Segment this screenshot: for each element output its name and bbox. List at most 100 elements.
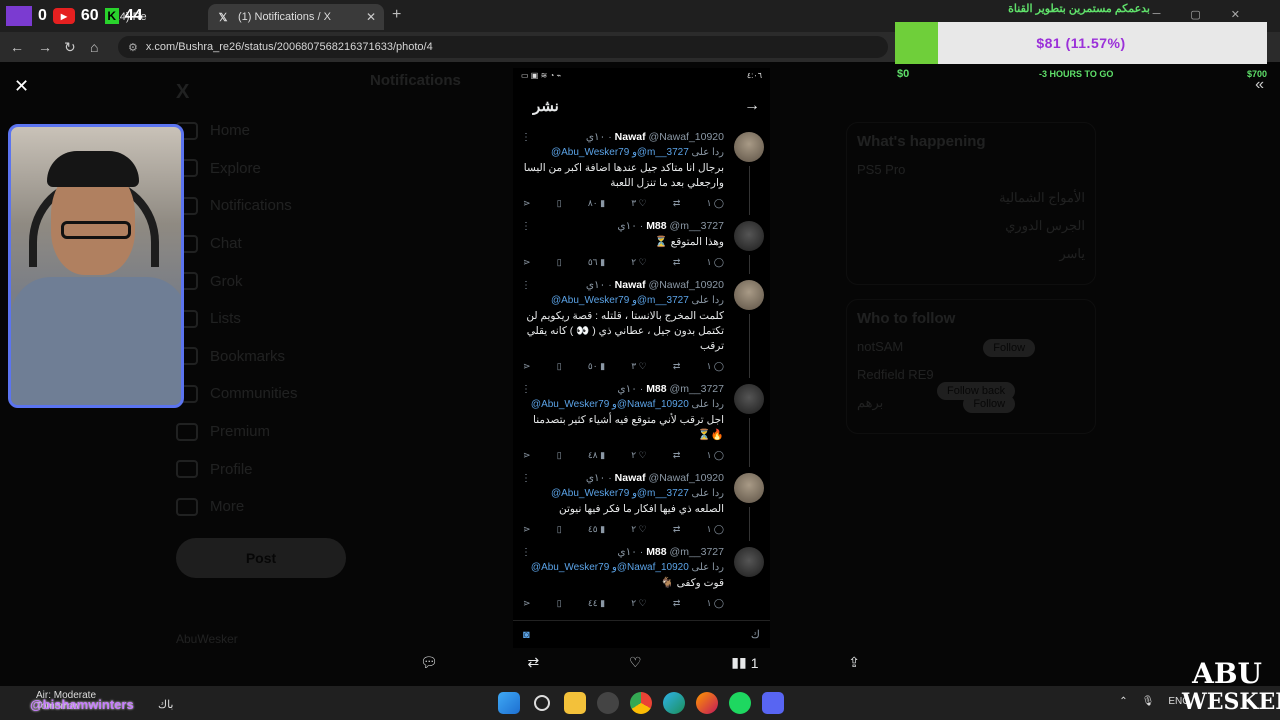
retweet-icon: ⇄ — [672, 198, 681, 208]
avatar[interactable] — [734, 384, 764, 414]
author-name[interactable]: Nawaf — [615, 131, 646, 143]
reload-icon[interactable]: ↻ — [64, 39, 76, 56]
reply-action[interactable]: ◯ ١ — [707, 359, 724, 374]
author-name[interactable]: Nawaf — [615, 279, 646, 291]
bookmark-icon[interactable]: ▯ — [557, 359, 562, 374]
reply-mentions[interactable]: @Abu_Wesker79 و@m__3727 — [551, 295, 689, 306]
retweet-action[interactable]: ⇄ — [673, 448, 681, 463]
avatar[interactable] — [734, 132, 764, 162]
share-icon[interactable]: ⇪ — [848, 654, 860, 671]
edge-icon[interactable] — [663, 692, 685, 714]
tweet[interactable]: ⋮ M88 @m__3727 · ١٠ي ردا على @Abu_Wesker79… — [513, 541, 770, 615]
retweet-action[interactable]: ⇄ — [673, 596, 681, 611]
tab-notifications[interactable]: 𝕏 (1) Notifications / X ✕ — [208, 4, 384, 30]
share-icon[interactable]: ⋖ — [523, 255, 531, 270]
author-name[interactable]: M88 — [646, 546, 666, 558]
search-icon[interactable] — [534, 695, 550, 711]
discord-icon[interactable] — [762, 692, 784, 714]
tweet[interactable]: ⋮ Nawaf @Nawaf_10920 · ١٠ي ردا على @Abu_We… — [513, 467, 770, 541]
more-icon[interactable]: ⋮ — [521, 382, 531, 397]
chevron-up-icon[interactable]: ⌃ — [1119, 696, 1127, 707]
views-action[interactable]: ▮ ٥٠ — [588, 359, 605, 374]
mic-icon[interactable]: 🎙︎ — [1142, 696, 1155, 707]
reply-action[interactable]: ◯ ١ — [707, 255, 724, 270]
author-name[interactable]: M88 — [646, 220, 666, 232]
reply-mentions[interactable]: @Abu_Wesker79 و@m__3727 — [551, 488, 689, 499]
avatar[interactable] — [734, 547, 764, 577]
like-action[interactable]: ♡ ٢ — [631, 255, 646, 270]
retweet-icon: ⇄ — [672, 524, 681, 534]
reply-icon[interactable]: 💬︎ — [420, 654, 438, 671]
like-action[interactable]: ♡ ٢ — [631, 596, 646, 611]
bookmark-icon[interactable]: ▯ — [557, 522, 562, 537]
views-button[interactable]: ▮▮ 1 — [731, 654, 758, 671]
retweet-action[interactable]: ⇄ — [673, 196, 681, 211]
tweet-text: الصلعه ذي فيها افكار ما فكر فيها نيوتن — [558, 503, 724, 515]
tweet[interactable]: ⋮ M88 @m__3727 · ١٠ي وهذا المتوقع ⏳ ◯ ١ ⇄ ♡ … — [513, 215, 770, 274]
views-action[interactable]: ▮ ٨٠ — [588, 196, 605, 211]
forward-icon[interactable]: → — [38, 39, 52, 55]
photo-image: ▭ ▣ ≋ ◔ ⌁ ٤:٠٦ نشر → ⋮ Nawaf @Nawaf_10920… — [513, 68, 770, 648]
more-icon[interactable]: ⋮ — [521, 471, 531, 486]
spotify-icon[interactable] — [729, 692, 751, 714]
like-action[interactable]: ♡ ٢ — [631, 522, 646, 537]
more-icon[interactable]: ⋮ — [521, 545, 531, 560]
author-name[interactable]: Nawaf — [615, 472, 646, 484]
like-action[interactable]: ♡ ٢ — [631, 448, 646, 463]
tweet-actions: ◯ ١ ⇄ ♡ ٢ ▮ ٤٥ ▯ ⋖ — [519, 522, 724, 537]
author-name[interactable]: M88 — [646, 383, 666, 395]
share-icon[interactable]: ⋖ — [523, 596, 531, 611]
reply-action[interactable]: ◯ ١ — [707, 196, 724, 211]
tweet[interactable]: ⋮ Nawaf @Nawaf_10920 · ١٠ي ردا على @Abu_We… — [513, 126, 770, 215]
avatar[interactable] — [734, 221, 764, 251]
reply-action[interactable]: ◯ ١ — [707, 596, 724, 611]
views-action[interactable]: ▮ ٤٨ — [588, 448, 605, 463]
retweet-action[interactable]: ⇄ — [673, 255, 681, 270]
views-action[interactable]: ▮ ٤٤ — [588, 596, 605, 611]
new-tab-button[interactable]: + — [392, 6, 401, 24]
site-info-icon[interactable]: ⚙ — [128, 41, 138, 54]
more-icon[interactable]: ⋮ — [521, 278, 531, 293]
back-icon[interactable]: ← — [10, 39, 24, 55]
share-icon[interactable]: ⋖ — [523, 359, 531, 374]
like-icon: ♡ — [638, 524, 647, 534]
close-viewer-icon[interactable]: ✕ — [14, 76, 29, 97]
like-icon[interactable]: ♡ — [629, 654, 642, 671]
views-action[interactable]: ▮ ٤٥ — [588, 522, 605, 537]
bookmark-icon[interactable]: ▯ — [557, 596, 562, 611]
retweet-action[interactable]: ⇄ — [673, 359, 681, 374]
tweet[interactable]: ⋮ M88 @m__3727 · ١٠ي ردا على @Abu_Wesker79… — [513, 378, 770, 467]
home-icon[interactable]: ⌂ — [90, 39, 98, 55]
collapse-panel-icon[interactable]: « — [1255, 76, 1264, 94]
file-explorer-icon[interactable] — [564, 692, 586, 714]
reply-action[interactable]: ◯ ١ — [707, 448, 724, 463]
reply-mentions[interactable]: @Abu_Wesker79 و@m__3727 — [551, 147, 689, 158]
like-action[interactable]: ♡ ٣ — [631, 359, 646, 374]
views-action[interactable]: ▮ ٥٦ — [588, 255, 605, 270]
retweet-action[interactable]: ⇄ — [673, 522, 681, 537]
obs-icon[interactable] — [597, 692, 619, 714]
reply-mentions[interactable]: @Abu_Wesker79 و@Nawaf_10920 — [531, 562, 689, 573]
share-icon[interactable]: ⋖ — [523, 448, 531, 463]
share-icon[interactable]: ⋖ — [523, 196, 531, 211]
start-icon[interactable] — [498, 692, 520, 714]
header-title: نشر — [533, 98, 559, 115]
bookmark-icon[interactable]: ▯ — [557, 255, 562, 270]
views-icon: ▮▮ — [731, 654, 747, 670]
tweet[interactable]: ⋮ Nawaf @Nawaf_10920 · ١٠ي ردا على @Abu_We… — [513, 274, 770, 378]
avatar[interactable] — [734, 473, 764, 503]
more-icon[interactable]: ⋮ — [521, 219, 531, 234]
avatar[interactable] — [734, 280, 764, 310]
retweet-icon[interactable]: ⇄ — [528, 654, 540, 671]
like-action[interactable]: ♡ ٣ — [631, 196, 646, 211]
reply-action[interactable]: ◯ ١ — [707, 522, 724, 537]
url-field[interactable]: ⚙ x.com/Bushra_re26/status/2006807568216… — [118, 36, 888, 58]
chrome-icon[interactable] — [630, 692, 652, 714]
bookmark-icon[interactable]: ▯ — [557, 448, 562, 463]
bookmark-icon[interactable]: ▯ — [557, 196, 562, 211]
close-tab-icon[interactable]: ✕ — [366, 10, 376, 24]
reply-mentions[interactable]: @Abu_Wesker79 و@Nawaf_10920 — [531, 399, 689, 410]
more-icon[interactable]: ⋮ — [521, 130, 531, 145]
firefox-icon[interactable] — [696, 692, 718, 714]
share-icon[interactable]: ⋖ — [523, 522, 531, 537]
